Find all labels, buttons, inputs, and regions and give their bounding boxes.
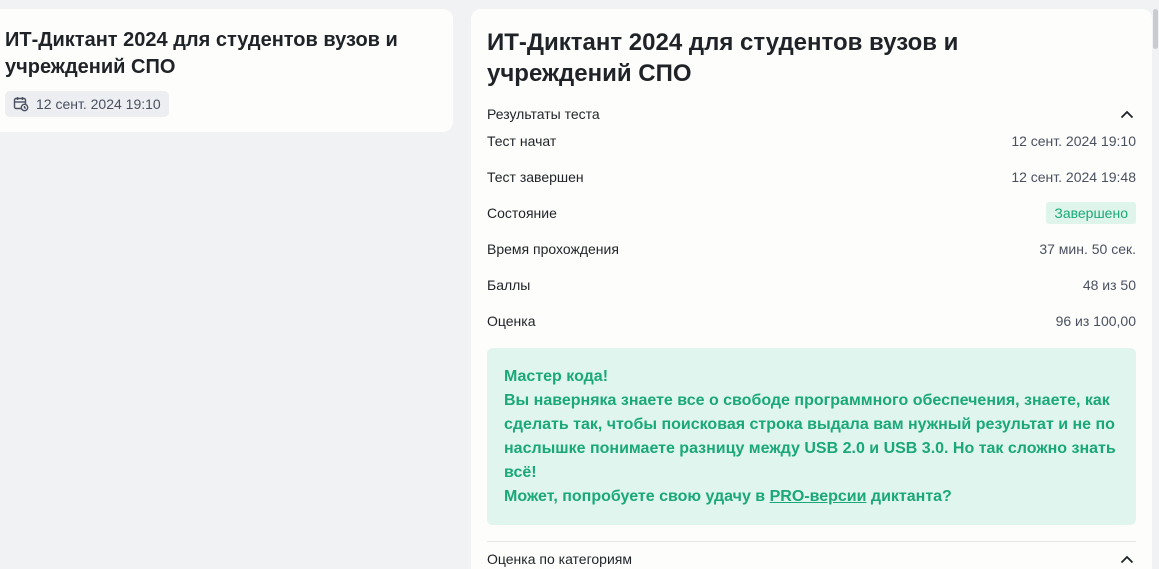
row-label: Баллы xyxy=(487,277,531,293)
row-label: Тест завершен xyxy=(487,169,584,185)
chevron-up-icon[interactable] xyxy=(1118,550,1136,568)
cta-suffix: диктанта? xyxy=(866,488,952,505)
results-section-header[interactable]: Результаты теста xyxy=(487,105,1136,123)
chevron-up-icon[interactable] xyxy=(1118,105,1136,123)
test-card-title[interactable]: ИТ-Диктант 2024 для студентов вузов и уч… xyxy=(5,27,425,81)
row-label: Время прохождения xyxy=(487,241,619,257)
result-row-grade: Оценка 96 из 100,00 xyxy=(487,303,1136,339)
result-row-finished: Тест завершен 12 сент. 2024 19:48 xyxy=(487,159,1136,195)
message-heading: Мастер кода! xyxy=(504,368,609,385)
scrollbar-thumb[interactable] xyxy=(1153,9,1158,49)
row-label: Состояние xyxy=(487,205,557,221)
message-cta: Может, попробуете свою удачу в PRO-верси… xyxy=(504,485,1119,509)
pro-version-link[interactable]: PRO-версии xyxy=(770,488,867,505)
row-label: Тест начат xyxy=(487,133,557,149)
categories-section-header[interactable]: Оценка по категориям xyxy=(487,541,1136,568)
row-value: 37 мин. 50 сек. xyxy=(1039,241,1136,257)
results-list: Тест начат 12 сент. 2024 19:10 Тест заве… xyxy=(487,123,1136,339)
page-scrollbar[interactable] xyxy=(1152,0,1159,560)
results-section-label: Результаты теста xyxy=(487,106,600,122)
categories-section-label: Оценка по категориям xyxy=(487,551,632,567)
row-value: 48 из 50 xyxy=(1082,277,1136,293)
page-title: ИТ-Диктант 2024 для студентов вузов и уч… xyxy=(487,29,959,87)
status-badge: Завершено xyxy=(1046,202,1136,224)
row-value: 96 из 100,00 xyxy=(1055,313,1136,329)
row-label: Оценка xyxy=(487,313,536,329)
result-row-status: Состояние Завершено xyxy=(487,195,1136,231)
result-row-points: Баллы 48 из 50 xyxy=(487,267,1136,303)
calendar-clock-icon xyxy=(13,96,29,112)
result-row-started: Тест начат 12 сент. 2024 19:10 xyxy=(487,123,1136,159)
test-card-summary[interactable]: ИТ-Диктант 2024 для студентов вузов и уч… xyxy=(0,9,453,132)
result-message: Мастер кода! Вы наверняка знаете все о с… xyxy=(487,348,1136,525)
test-date: 12 сент. 2024 19:10 xyxy=(36,96,161,112)
cta-prefix: Может, попробуете свою удачу в xyxy=(504,488,770,505)
result-row-duration: Время прохождения 37 мин. 50 сек. xyxy=(487,231,1136,267)
row-value: 12 сент. 2024 19:10 xyxy=(1011,133,1136,149)
date-chip: 12 сент. 2024 19:10 xyxy=(5,91,169,117)
row-value: 12 сент. 2024 19:48 xyxy=(1011,169,1136,185)
message-body: Вы наверняка знаете все о свободе програ… xyxy=(504,392,1116,481)
test-results-panel: ИТ-Диктант 2024 для студентов вузов и уч… xyxy=(471,9,1152,569)
